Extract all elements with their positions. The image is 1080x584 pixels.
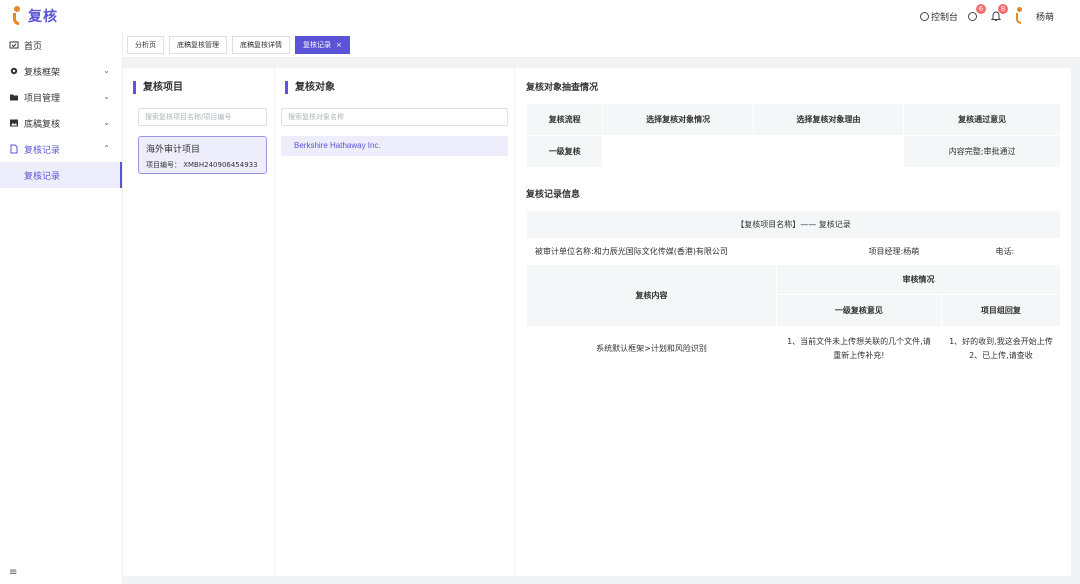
table-row: 系统默认框架>计划和风险识别 1、当前文件未上传想关联的几个文件,请 重新上传补… [526,326,1062,371]
tab-label: 分析页 [135,40,156,49]
header-actions: 控制台 6 8 杨萌 [919,0,1054,32]
clock-icon [968,11,978,21]
sidebar-item-draft-review[interactable]: 底稿复核 ⌄ [0,110,122,136]
opinion-line: 重新上传补充! [833,350,885,360]
sidebar-item-framework[interactable]: 复核框架 ⌄ [0,58,122,84]
phone: 电话: [940,238,1062,265]
dashboard-icon [919,11,929,21]
top-header: 复核 控制台 6 8 杨萌 [0,0,1080,32]
table-header: 选择复核对象理由 [752,103,905,136]
project-manager: 项目经理:杨萌 [776,238,942,265]
review-objects-panel: 复核对象 Berkshire Hathaway Inc. [275,68,514,576]
close-icon[interactable]: × [336,41,342,49]
project-card[interactable]: 海外审计项目 项目编号： XMBH240906454933 [138,136,267,174]
tab-draft-review-management[interactable]: 底稿复核管理 [169,35,227,54]
inspection-title: 复核对象抽查情况 [526,83,599,93]
tab-analysis[interactable]: 分析页 [127,35,164,54]
panel-title: 复核项目 [133,81,183,94]
record-title: 复核记录信息 [526,190,581,200]
content-value: 系统默认框架>计划和风险识别 [526,326,777,371]
clock-button[interactable]: 6 [968,4,986,22]
tab-review-records[interactable]: 复核记录 × [295,35,350,54]
folder-icon [10,94,18,101]
inspection-table: 复核流程 选择复核对象情况 选择复核对象理由 复核通过意见 一级复核 内容完整;… [525,103,1061,168]
sidebar-subitem-label: 复核记录 [24,171,61,182]
table-cell: 一级复核 [525,135,604,168]
tab-draft-review-detail[interactable]: 底稿复核详情 [232,35,290,54]
tab-label: 复核记录 [303,40,331,49]
tab-label: 底稿复核详情 [240,40,282,49]
table-header: 选择复核对象情况 [602,103,754,136]
sidebar-item-label: 复核框架 [24,67,61,78]
table-cell [602,135,754,168]
sidebar-item-label: 底稿复核 [24,119,61,130]
sidebar-item-projects[interactable]: 项目管理 ⌄ [0,84,122,110]
home-icon [9,41,19,49]
project-name: 海外审计项目 [146,145,201,155]
review-projects-panel: 复核项目 海外审计项目 项目编号： XMBH240906454933 [123,68,274,576]
table-cell [752,135,905,168]
table-row: 一级复核 内容完整;审批通过 [525,135,1061,168]
chevron-down-icon: ⌄ [103,118,110,127]
logo-text: 复核 [28,9,58,25]
record-table: 【复核项目名称】—— 复核记录 被审计单位名称:和力辰光国际文化传媒(香港)有限… [526,210,1062,371]
table-header: 复核通过意见 [903,103,1061,136]
record-info-row: 被审计单位名称:和力辰光国际文化传媒(香港)有限公司 项目经理:杨萌 电话: [526,238,1062,265]
project-code: 项目编号： XMBH240906454933 [146,161,258,169]
tabs-bar: 分析页 底稿复核管理 底稿复核详情 复核记录 × [123,32,1080,58]
clock-badge: 6 [975,4,986,14]
user-name[interactable]: 杨萌 [1036,10,1054,23]
reply-line: 1、好的收到,我这会开始上传 [949,336,1053,346]
sidebar-subitem-review-records[interactable]: 复核记录 [0,162,122,188]
chevron-down-icon: ⌄ [103,92,110,101]
sidebar-item-label: 复核记录 [24,145,61,156]
audited-unit: 被审计单位名称:和力辰光国际文化传媒(香港)有限公司 [526,238,777,265]
review-detail-panel: 复核对象抽查情况 复核流程 选择复核对象情况 选择复核对象理由 复核通过意见 一… [515,68,1071,576]
sidebar-item-review-records[interactable]: 复核记录 ⌃ [0,136,122,162]
table-cell: 内容完整;审批通过 [903,135,1061,168]
collapse-menu-icon[interactable]: ≡ [9,567,17,578]
image-icon [10,119,18,127]
avatar[interactable] [1012,7,1026,25]
record-caption: 【复核项目名称】—— 复核记录 [526,210,1061,239]
level1-opinion: 1、当前文件未上传想关联的几个文件,请 重新上传补充! [776,326,942,371]
level1-header: 一级复核意见 [776,294,942,327]
console-link[interactable]: 控制台 [919,10,958,23]
table-header: 复核流程 [525,103,604,136]
content-header: 复核内容 [526,264,777,327]
object-list-item[interactable]: Berkshire Hathaway Inc. [281,136,508,156]
logo-icon [10,6,24,26]
gear-icon [10,67,18,75]
logo[interactable]: 复核 [0,6,58,26]
reply-line: 2、已上传,请查收 [969,350,1033,360]
tab-label: 底稿复核管理 [177,40,219,49]
document-icon [10,144,18,154]
object-search-input[interactable] [281,108,508,126]
sidebar-item-label: 首页 [24,41,43,52]
reply-header: 项目组回复 [940,294,1062,327]
team-reply: 1、好的收到,我这会开始上传 2、已上传,请查收 [940,326,1062,371]
notification-button[interactable]: 8 [990,4,1008,22]
opinion-line: 1、当前文件未上传想关联的几个文件,请 [787,336,931,346]
panel-title: 复核对象 [285,81,335,94]
chevron-down-icon: ⌄ [103,66,110,75]
sidebar-item-label: 项目管理 [24,93,61,104]
project-search-input[interactable] [138,108,267,126]
review-header: 审核情况 [776,264,1061,295]
console-label: 控制台 [930,12,958,23]
chevron-up-icon: ⌃ [103,144,110,153]
notification-badge: 8 [997,4,1008,14]
sidebar: 首页 复核框架 ⌄ 项目管理 ⌄ 底稿复核 ⌄ 复核记录 ⌃ 复核记录 ≡ [0,32,123,584]
sidebar-item-home[interactable]: 首页 [0,32,122,58]
